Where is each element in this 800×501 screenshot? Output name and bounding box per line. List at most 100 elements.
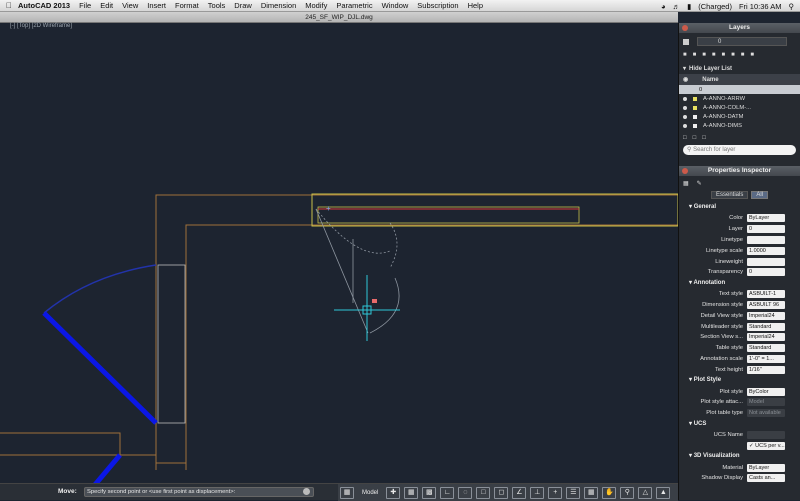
prop-value[interactable]: 0 bbox=[747, 225, 785, 234]
section-annotation[interactable]: ▾ Annotation bbox=[679, 278, 800, 289]
volume-icon[interactable]: ♬ bbox=[673, 2, 681, 11]
menu-draw[interactable]: Draw bbox=[234, 1, 252, 10]
dynamic-input-icon[interactable]: + bbox=[548, 486, 563, 499]
prop-annotation-scale[interactable]: Annotation scale 1'-0" = 1... bbox=[679, 354, 800, 365]
close-icon[interactable] bbox=[682, 25, 688, 31]
menu-help[interactable]: Help bbox=[468, 1, 483, 10]
prop-value[interactable] bbox=[747, 430, 785, 439]
snap-icon[interactable]: ✚ bbox=[386, 486, 401, 499]
drawing-canvas[interactable]: + bbox=[0, 23, 678, 483]
layer-row[interactable]: A-ANNO-ARRW bbox=[679, 94, 800, 103]
current-layer-dropdown[interactable]: 0 bbox=[697, 37, 787, 46]
prop-value[interactable]: 1'-0" = 1... bbox=[747, 354, 785, 363]
object-snap-icon[interactable]: □ bbox=[476, 486, 491, 499]
prop-text-style[interactable]: Text style ASBUILT-1 bbox=[679, 289, 800, 300]
prop-value[interactable]: ByColor bbox=[747, 387, 785, 396]
delete-layer-icon[interactable]: □ bbox=[702, 135, 706, 141]
prop-plot-style[interactable]: Plot style ByColor bbox=[679, 386, 800, 397]
prop-ucs-per-viewport[interactable]: ✓ UCS per v... bbox=[679, 440, 800, 451]
menu-format[interactable]: Format bbox=[175, 1, 199, 10]
command-settings-icon[interactable] bbox=[303, 488, 310, 495]
layer-row[interactable]: A-ANNO-DATM bbox=[679, 112, 800, 121]
layer-row[interactable]: A-ANNO-DIMS bbox=[679, 121, 800, 130]
command-line-input[interactable]: Specify second point or <use first point… bbox=[84, 487, 314, 497]
prop-color[interactable]: Color ByLayer bbox=[679, 213, 800, 224]
properties-icon[interactable]: ▦ bbox=[683, 180, 689, 187]
hide-layer-list-toggle[interactable]: ▾ Hide Layer List bbox=[679, 63, 800, 74]
layer-row[interactable]: 0 bbox=[679, 85, 800, 94]
spotlight-icon[interactable]: ⚲ bbox=[789, 2, 795, 11]
menubar-clock[interactable]: Fri 10:36 AM bbox=[739, 2, 782, 11]
layer-tool-icon[interactable]: ■ bbox=[722, 52, 726, 58]
prop-layer[interactable]: Layer 0 bbox=[679, 224, 800, 235]
close-icon[interactable] bbox=[682, 168, 688, 174]
layer-tool-icon[interactable]: ■ bbox=[693, 52, 697, 58]
prop-multileader-style[interactable]: Multileader style Standard bbox=[679, 321, 800, 332]
prop-text-height[interactable]: Text height 1/16" bbox=[679, 364, 800, 375]
new-group-icon[interactable]: □ bbox=[693, 135, 697, 141]
section-ucs[interactable]: ▾ UCS bbox=[679, 419, 800, 430]
otrack-icon[interactable]: ∠ bbox=[512, 486, 527, 499]
prop-value[interactable]: Standard bbox=[747, 322, 785, 331]
prop-value[interactable]: ASBUILT 96 bbox=[747, 300, 785, 309]
prop-value[interactable]: ByLayer bbox=[747, 214, 785, 223]
annotation-scale-icon[interactable]: ▲ bbox=[656, 486, 671, 499]
prop-value[interactable]: 1/16" bbox=[747, 365, 785, 374]
visibility-eye-icon[interactable]: ◉ bbox=[683, 76, 688, 83]
zoom-icon[interactable]: ⚲ bbox=[620, 486, 635, 499]
layer-row[interactable]: A-ANNO-COLM-... bbox=[679, 103, 800, 112]
prop-ucs-name[interactable]: UCS Name bbox=[679, 430, 800, 441]
layout-grid-icon[interactable]: ▦ bbox=[340, 486, 354, 499]
section-general[interactable]: ▾ General bbox=[679, 202, 800, 213]
tab-essentials[interactable]: Essentials bbox=[710, 190, 749, 199]
prop-linetype-scale[interactable]: Linetype scale 1.0000 bbox=[679, 245, 800, 256]
prop-value[interactable]: Imperial24 bbox=[747, 311, 785, 320]
prop-value[interactable] bbox=[747, 235, 785, 244]
prop-value[interactable]: Imperial24 bbox=[747, 333, 785, 342]
wifi-icon[interactable]: ◕ bbox=[661, 2, 666, 11]
menu-subscription[interactable]: Subscription bbox=[417, 1, 458, 10]
menu-tools[interactable]: Tools bbox=[208, 1, 226, 10]
pan-icon[interactable]: ✋ bbox=[602, 486, 617, 499]
transparency-icon[interactable]: ▦ bbox=[584, 486, 599, 499]
prop-linetype[interactable]: Linetype bbox=[679, 235, 800, 246]
prop-value[interactable]: Casts an... bbox=[747, 474, 785, 483]
prop-table-style[interactable]: Table style Standard bbox=[679, 343, 800, 354]
prop-lineweight[interactable]: Lineweight bbox=[679, 256, 800, 267]
prop-section-view-style[interactable]: Section View s... Imperial24 bbox=[679, 332, 800, 343]
prop-material[interactable]: Material ByLayer bbox=[679, 462, 800, 473]
menu-modify[interactable]: Modify bbox=[305, 1, 327, 10]
model-space-button[interactable]: Model bbox=[362, 490, 378, 496]
prop-value[interactable]: 1.0000 bbox=[747, 246, 785, 255]
new-layer-icon[interactable]: □ bbox=[683, 135, 687, 141]
viewport-controls[interactable]: [-] [Top] [2D Wireframe] bbox=[10, 23, 72, 29]
menu-file[interactable]: File bbox=[79, 1, 91, 10]
ortho-icon[interactable]: ∟ bbox=[440, 486, 455, 499]
prop-value[interactable]: 0 bbox=[747, 268, 785, 277]
apple-menu-icon[interactable]:  bbox=[0, 1, 18, 10]
menu-dimension[interactable]: Dimension bbox=[261, 1, 296, 10]
menu-insert[interactable]: Insert bbox=[147, 1, 166, 10]
layer-tool-icon[interactable]: ■ bbox=[750, 52, 754, 58]
menu-parametric[interactable]: Parametric bbox=[336, 1, 372, 10]
menu-window[interactable]: Window bbox=[382, 1, 409, 10]
layer-tool-icon[interactable]: ■ bbox=[741, 52, 745, 58]
layer-tool-icon[interactable]: ■ bbox=[702, 52, 706, 58]
layer-state-icon[interactable] bbox=[683, 38, 689, 45]
prop-detail-view-style[interactable]: Detail View style Imperial24 bbox=[679, 310, 800, 321]
prop-dimension-style[interactable]: Dimension style ASBUILT 96 bbox=[679, 300, 800, 311]
tab-all[interactable]: All bbox=[751, 190, 769, 199]
menu-view[interactable]: View bbox=[122, 1, 138, 10]
prop-transparency[interactable]: Transparency 0 bbox=[679, 267, 800, 278]
view-cube-icon[interactable]: △ bbox=[638, 486, 653, 499]
section-3d-visualization[interactable]: ▾ 3D Visualization bbox=[679, 451, 800, 462]
section-plot-style[interactable]: ▾ Plot Style bbox=[679, 375, 800, 386]
layer-search-field[interactable]: ⚲ Search for layer bbox=[683, 145, 796, 155]
polar-icon[interactable]: ◌ bbox=[458, 486, 473, 499]
3d-osnap-icon[interactable]: ◻ bbox=[494, 486, 509, 499]
column-name-header[interactable]: Name bbox=[702, 77, 718, 83]
prop-value[interactable]: Standard bbox=[747, 344, 785, 353]
prop-value[interactable]: ASBUILT-1 bbox=[747, 290, 785, 299]
layer-tool-icon[interactable]: ■ bbox=[712, 52, 716, 58]
grid-snap-icon[interactable]: ▩ bbox=[422, 486, 437, 499]
